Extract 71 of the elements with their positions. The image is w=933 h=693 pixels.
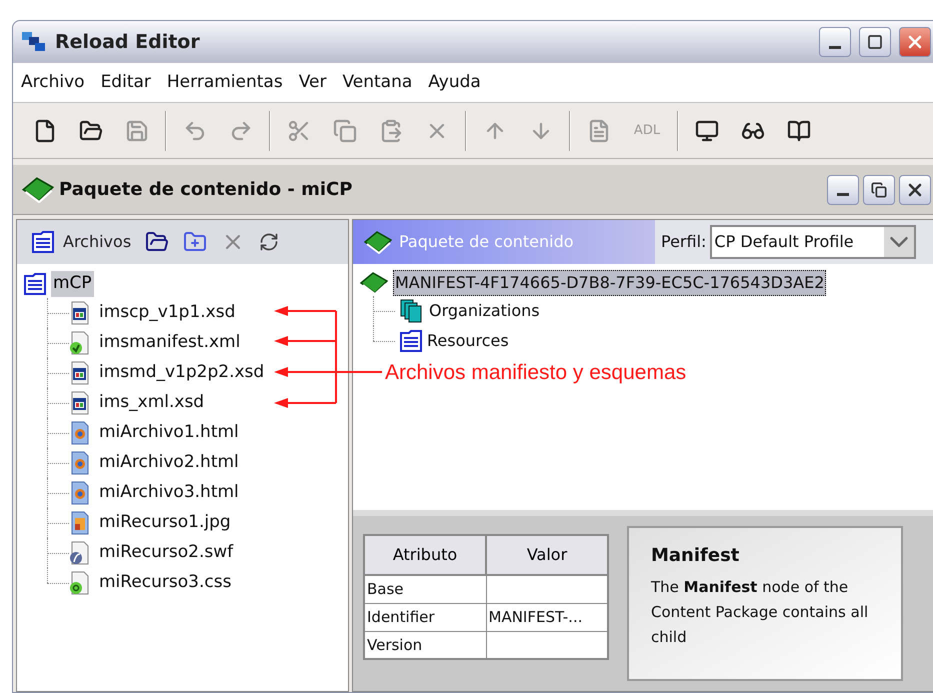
schema-file-icon (69, 391, 91, 415)
save-icon (125, 118, 149, 142)
restore-icon (871, 182, 887, 198)
menu-item[interactable]: Herramientas (164, 70, 285, 96)
document-title: Paquete de contenido - miCP (59, 178, 354, 202)
menu-item[interactable]: Ventana (340, 70, 414, 96)
file-list-icon (31, 230, 55, 254)
menu-item[interactable]: Archivo (19, 70, 87, 96)
table-cell: Identifier (367, 608, 435, 626)
annotation-line (338, 371, 382, 373)
minimize-button[interactable] (819, 27, 851, 57)
maximize-icon (867, 34, 883, 50)
restore-button[interactable] (863, 174, 895, 204)
maximize-button[interactable] (859, 27, 891, 57)
html-file-icon (69, 481, 91, 505)
menu-item[interactable]: Ver (296, 70, 328, 96)
menu-item[interactable]: Editar (98, 70, 153, 96)
html-file-icon (69, 451, 91, 475)
copy-icon (333, 118, 357, 142)
tree-item[interactable]: miArchivo1.html (99, 420, 239, 446)
tree-item[interactable]: imsmanifest.xml (99, 330, 240, 356)
refresh-icon[interactable] (259, 232, 280, 252)
profile-select[interactable]: CP Default Profile (710, 225, 916, 259)
tree-item[interactable]: miRecurso1.jpg (99, 510, 231, 536)
minimize-icon (837, 193, 849, 196)
xml-file-icon (69, 331, 91, 355)
tree-item[interactable]: Resources (427, 329, 509, 353)
dropdown-icon (884, 227, 914, 257)
open-folder-icon[interactable] (145, 230, 170, 254)
tree-item[interactable]: MANIFEST-4F174665-D7B8-7F39-EC5C-176543D3AE2 (393, 270, 826, 296)
close-button[interactable] (899, 174, 931, 204)
tree-item[interactable]: miRecurso3.css (99, 570, 232, 596)
help-text: The Manifest node of the Content Package contains all child (651, 577, 870, 648)
help-title: Manifest (651, 544, 740, 568)
column-header[interactable]: Valor (486, 535, 608, 575)
tree-item[interactable]: miArchivo2.html (99, 450, 239, 476)
tree-item[interactable]: imsmd_v1p2p2.xsd (99, 360, 264, 386)
panel-title: Paquete de contenido (399, 231, 574, 253)
tree-item[interactable]: imscp_v1p1.xsd (99, 300, 236, 326)
schema-file-icon (69, 361, 91, 385)
schema-file-icon (69, 301, 91, 325)
app-icon (21, 31, 47, 53)
package-folder-icon (23, 272, 47, 296)
minimize-button[interactable] (827, 174, 859, 204)
new-file-icon (33, 118, 57, 142)
new-folder-icon[interactable] (183, 230, 208, 254)
annotation-text: Archivos manifiesto y esquemas (385, 360, 686, 386)
window-title: Reload Editor (55, 30, 201, 55)
monitor-icon (695, 118, 719, 142)
tree-item[interactable]: mCP (51, 271, 94, 297)
panel-title: Archivos (63, 231, 132, 253)
resources-icon (399, 329, 423, 353)
table-cell: Version (367, 636, 422, 654)
profile-label: Perfil: (661, 231, 706, 253)
column-header[interactable]: Atributo (364, 535, 486, 575)
tree-item[interactable]: Organizations (429, 299, 540, 323)
tree-item[interactable]: ims_xml.xsd (99, 390, 204, 416)
flash-file-icon (69, 541, 91, 565)
tree-item[interactable]: miRecurso2.swf (99, 540, 234, 566)
table-cell: MANIFEST-... (488, 608, 582, 626)
menu-item[interactable]: Ayuda (426, 70, 483, 96)
tree-item[interactable]: miArchivo3.html (99, 480, 239, 506)
scissors-icon (287, 118, 311, 142)
html-file-icon (69, 421, 91, 445)
css-file-icon (69, 571, 91, 595)
table-cell: Base (367, 580, 404, 598)
paste-icon (379, 118, 403, 142)
minimize-icon (829, 46, 841, 48)
image-file-icon (69, 511, 91, 535)
document-icon (587, 118, 611, 142)
open-folder-icon (79, 118, 103, 142)
